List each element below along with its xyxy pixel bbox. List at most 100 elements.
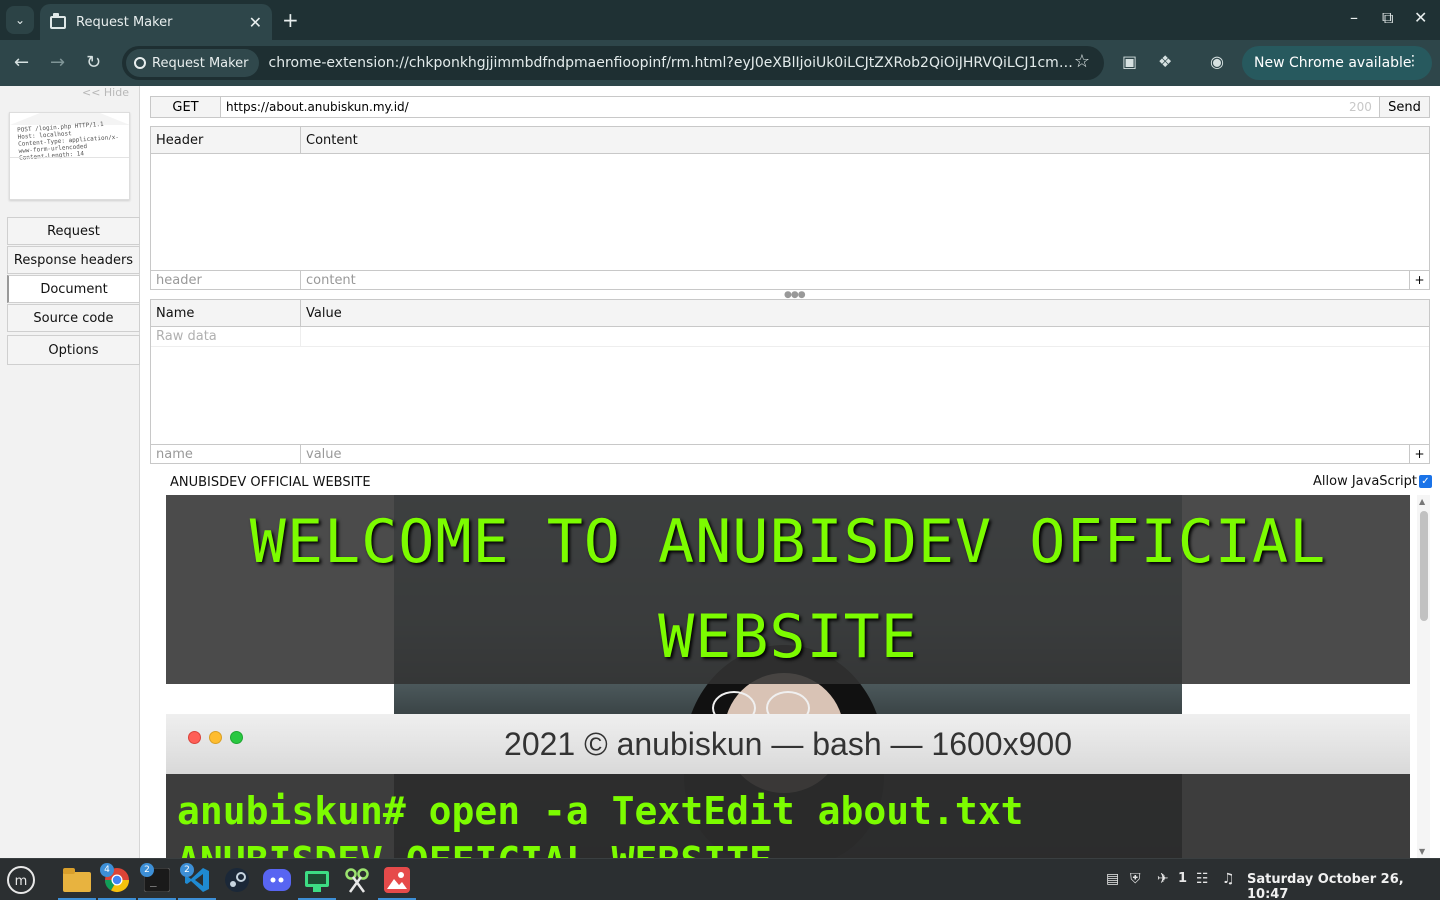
close-dot-icon [188,731,201,744]
request-url-input[interactable] [221,97,1343,117]
url-text[interactable]: chrome-extension://chkponkhgjjimmbdfndpm… [269,55,1077,71]
sidebar-item-options[interactable]: Options [7,335,140,365]
close-icon[interactable]: ✕ [249,13,262,32]
sidebar: << Hide POST /login.php HTTP/1.1 Host: l… [0,86,140,858]
chrome-badge: 4 [100,863,114,877]
browser-toolbar: ← → ↻ Request Maker chrome-extension://c… [0,40,1440,86]
svg-text:_: _ [150,874,157,887]
restore-icon[interactable]: ⧉ [1382,8,1393,28]
tab-title: Request Maker [76,14,173,30]
taskbar: m 4 2 _ 2 ▤ ⛨ ✈ 1 ☷ ♫ Saturday October 2… [0,858,1440,900]
steam-icon[interactable] [218,863,256,897]
tab-request-maker[interactable]: Request Maker ✕ [40,4,272,40]
raw-data-row[interactable]: Raw data [151,327,1429,347]
sidebar-item-response-headers[interactable]: Response headers [7,246,140,274]
minimize-icon[interactable]: – [1350,8,1358,27]
sidebar-item-request[interactable]: Request [7,217,140,245]
scroll-up-icon[interactable]: ▲ [1419,497,1425,506]
raw-data-value[interactable] [301,327,1429,346]
document-title: ANUBISDEV OFFICIAL WEBSITE [170,475,371,490]
name-column: Name [151,300,301,326]
notifications-icon[interactable]: ✈ [1157,871,1169,887]
chrome-icon[interactable]: 4 [98,863,136,900]
forward-arrow-icon[interactable]: → [50,52,65,73]
send-button[interactable]: Send [1379,97,1429,117]
scrollbar-thumb[interactable] [1420,511,1428,621]
android-studio-icon[interactable] [298,863,336,900]
allow-javascript-label: Allow JavaScript [1313,474,1417,489]
status-code: 200 [1349,100,1372,114]
header-content-input[interactable] [301,271,1410,289]
hide-sidebar-link[interactable]: << Hide [82,86,129,99]
terminal-body: anubiskun# open -a TextEdit about.txt AN… [166,774,1410,858]
sound-icon[interactable]: ♫ [1222,871,1235,887]
clipboard-icon[interactable]: ▤ [1106,871,1119,887]
envelope-logo: POST /login.php HTTP/1.1 Host: localhost… [9,112,130,200]
extension-icon [134,57,146,69]
raw-data-label: Raw data [151,327,301,346]
new-tab-icon[interactable]: + [282,8,299,32]
param-value-input[interactable] [301,445,1410,463]
terminal-output: ANUBISDEV OFFICIAL WEBSITE [177,836,1410,858]
content-column: Content [306,132,358,148]
scissors-icon[interactable] [338,863,376,897]
headers-add-row: + [151,270,1429,289]
welcome-heading: WELCOME TO ANUBISDEV OFFICIAL WEBSITE [249,506,1327,672]
param-name-input[interactable] [151,445,301,463]
letter-preview: POST /login.php HTTP/1.1 Host: localhost… [17,119,129,162]
extensions-puzzle-icon[interactable]: ❖ [1158,52,1172,71]
sidebar-item-source-code[interactable]: Source code [7,304,140,332]
bookmark-star-icon[interactable]: ☆ [1074,51,1090,72]
more-vertical-icon: ⋮ [1406,53,1420,69]
update-label: New Chrome available [1254,55,1412,71]
tab-search-chevron-icon[interactable]: ⌄ [6,6,34,34]
envelope-fold [10,157,129,199]
files-icon[interactable] [58,863,96,900]
request-line: GET 200 Send [150,96,1430,118]
profile-avatar-icon[interactable]: ◉ [1210,52,1224,71]
header-column: Header [151,127,301,153]
zoom-dot-icon [230,731,243,744]
method-select[interactable]: GET [151,97,221,117]
shield-icon[interactable]: ⛨ [1130,871,1141,887]
allow-javascript-toggle[interactable]: Allow JavaScript ✓ [1313,474,1432,489]
scroll-down-icon[interactable]: ▼ [1419,847,1425,856]
extension-chip[interactable]: Request Maker [126,49,259,77]
add-header-button[interactable]: + [1410,271,1429,289]
clock[interactable]: Saturday October 26, 10:47 [1247,872,1440,900]
headers-table: Header Content + [150,126,1430,290]
photos-icon[interactable] [378,863,416,900]
vscode-icon[interactable]: 2 [178,863,216,900]
terminal-command: anubiskun# open -a TextEdit about.txt [177,789,1024,833]
window-close-icon[interactable]: ✕ [1414,8,1427,27]
mint-menu-icon[interactable]: m [2,863,40,897]
header-name-input[interactable] [151,271,301,289]
document-scrollbar[interactable]: ▲ ▼ [1417,495,1430,858]
document-frame[interactable]: WELCOME TO ANUBISDEV OFFICIAL WEBSITE 20… [151,495,1430,858]
tab-strip: ⌄ Request Maker ✕ + – ⧉ ✕ [0,0,1440,40]
params-table: Name Value Raw data + [150,299,1430,464]
terminal-titlebar: 2021 © anubiskun — bash — 1600x900 [166,714,1410,774]
headers-table-head: Header Content [151,127,1429,154]
sidebar-item-document[interactable]: Document [7,275,140,303]
address-bar[interactable]: Request Maker chrome-extension://chkponk… [122,46,1104,80]
notification-count: 1 [1178,871,1188,886]
network-icon[interactable]: ☷ [1196,871,1209,887]
params-add-row: + [151,444,1429,463]
reload-icon[interactable]: ↻ [86,52,101,73]
folder-icon [50,12,66,29]
value-column: Value [306,305,342,321]
terminal-icon[interactable]: 2 _ [138,863,176,900]
minimize-dot-icon [209,731,222,744]
svg-text:m: m [15,874,28,889]
new-chrome-available-button[interactable]: New Chrome available ⋮ [1242,46,1432,80]
welcome-banner: WELCOME TO ANUBISDEV OFFICIAL WEBSITE [166,495,1410,684]
request-maker-page: << Hide POST /login.php HTTP/1.1 Host: l… [0,86,1440,858]
allow-javascript-checkbox[interactable]: ✓ [1419,475,1432,488]
params-table-head: Name Value [151,300,1429,327]
discord-icon[interactable] [258,863,296,897]
terminal-badge: 2 [140,863,154,877]
add-param-button[interactable]: + [1410,445,1429,463]
back-arrow-icon[interactable]: ← [14,52,29,73]
folder-icon[interactable]: ▣ [1122,52,1137,71]
